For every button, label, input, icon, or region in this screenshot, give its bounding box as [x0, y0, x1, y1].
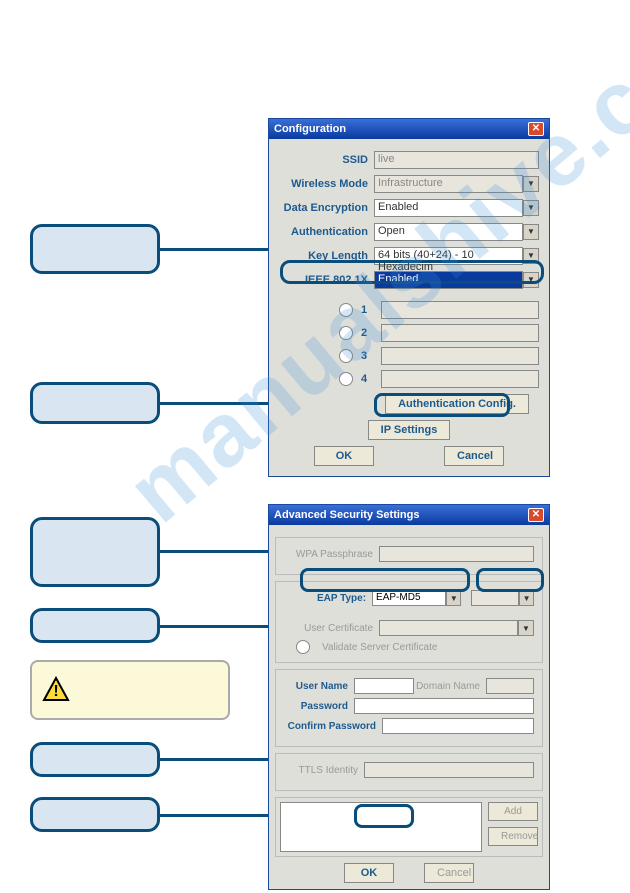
callout-2 [30, 382, 160, 424]
label-validate-server-cert: Validate Server Certificate [322, 642, 437, 653]
label-data-encryption: Data Encryption [279, 202, 374, 214]
select-data-encryption[interactable]: Enabled [374, 199, 523, 217]
label-authentication: Authentication [279, 226, 374, 238]
label-key-2: 2 [361, 327, 375, 339]
label-key-4: 4 [361, 373, 375, 385]
button-remove[interactable]: Remove [488, 827, 538, 846]
chevron-down-icon[interactable]: ▼ [523, 224, 539, 240]
highlight-ieee-row [280, 260, 544, 284]
callout-warning: ! [30, 660, 230, 720]
close-icon[interactable]: ✕ [528, 122, 544, 136]
highlight-authcfg [374, 393, 510, 417]
button-add[interactable]: Add [488, 802, 538, 821]
label-confirm-password: Confirm Password [284, 721, 382, 732]
select-authentication[interactable]: Open [374, 223, 523, 241]
radio-key-1[interactable] [339, 303, 353, 317]
title-advanced-security: Advanced Security Settings [274, 509, 420, 521]
title-configuration: Configuration [274, 123, 346, 135]
button-ok[interactable]: OK [344, 863, 394, 883]
titlebar-configuration: Configuration ✕ [269, 119, 549, 139]
button-ok[interactable]: OK [314, 446, 374, 466]
radio-key-3[interactable] [339, 349, 353, 363]
svg-text:!: ! [53, 683, 58, 700]
label-user-name: User Name [284, 681, 354, 692]
callout-1 [30, 224, 160, 274]
label-wireless-mode: Wireless Mode [279, 178, 374, 190]
callout-6 [30, 797, 160, 832]
radio-key-2[interactable] [339, 326, 353, 340]
input-confirm-password[interactable] [382, 718, 534, 734]
callout-3 [30, 517, 160, 587]
select-user-certificate [379, 620, 518, 636]
input-user-name[interactable] [354, 678, 414, 694]
window-advanced-security: Advanced Security Settings ✕ WPA Passphr… [268, 504, 550, 890]
window-configuration: Configuration ✕ SSID live Wireless Mode … [268, 118, 550, 477]
label-wpa-passphrase: WPA Passphrase [284, 549, 379, 560]
select-eap-secondary [471, 590, 520, 606]
radio-key-4[interactable] [339, 372, 353, 386]
input-domain-name [486, 678, 534, 694]
chevron-down-icon[interactable]: ▼ [446, 590, 461, 606]
input-wpa-passphrase [379, 546, 534, 562]
label-key-3: 3 [361, 350, 375, 362]
chevron-down-icon: ▼ [519, 590, 534, 606]
input-ttls-identity [364, 762, 534, 778]
select-eap-type[interactable]: EAP-MD5 [372, 590, 446, 606]
label-key-1: 1 [361, 304, 375, 316]
close-icon[interactable]: ✕ [528, 508, 544, 522]
label-eap-type: EAP Type: [284, 593, 372, 604]
label-ssid: SSID [279, 154, 374, 166]
button-cancel[interactable]: Cancel [444, 446, 504, 466]
warning-icon: ! [42, 676, 70, 702]
input-key-4[interactable] [381, 370, 539, 388]
callout-4 [30, 608, 160, 643]
titlebar-advanced-security: Advanced Security Settings ✕ [269, 505, 549, 525]
label-ttls-identity: TTLS Identity [284, 765, 364, 776]
chevron-down-icon: ▼ [523, 176, 539, 192]
chevron-down-icon: ▼ [518, 620, 534, 636]
highlight-ok-btn [354, 804, 414, 828]
input-ssid: live [374, 151, 539, 169]
label-password: Password [284, 701, 354, 712]
highlight-eap-type [300, 568, 470, 592]
radio-validate-server-cert [296, 640, 310, 654]
label-user-certificate: User Certificate [284, 623, 379, 634]
input-key-3[interactable] [381, 347, 539, 365]
highlight-eap-secondary [476, 568, 544, 592]
connector-5 [160, 758, 278, 761]
chevron-down-icon[interactable]: ▼ [523, 200, 539, 216]
label-domain-name: Domain Name [414, 681, 486, 692]
input-wireless-mode: Infrastructure [374, 175, 523, 193]
input-key-1[interactable] [381, 301, 539, 319]
callout-5 [30, 742, 160, 777]
button-ip-settings[interactable]: IP Settings [368, 420, 451, 440]
input-key-2[interactable] [381, 324, 539, 342]
button-cancel[interactable]: Cancel [424, 863, 474, 883]
input-password[interactable] [354, 698, 534, 714]
